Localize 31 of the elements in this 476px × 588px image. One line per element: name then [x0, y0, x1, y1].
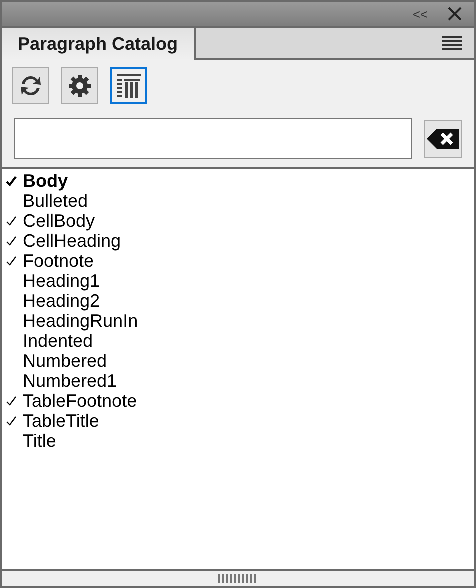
check-icon — [6, 416, 17, 426]
style-item[interactable]: Heading1 — [6, 271, 470, 291]
resize-grip-icon[interactable] — [218, 574, 258, 583]
style-item[interactable]: CellBody — [6, 211, 470, 231]
check-icon — [6, 216, 17, 226]
panel-tab[interactable]: Paragraph Catalog — [2, 28, 196, 60]
refresh-button[interactable] — [12, 67, 49, 104]
check-icon — [6, 396, 17, 406]
style-item[interactable]: Heading2 — [6, 291, 470, 311]
check-icon — [6, 236, 17, 246]
style-item[interactable]: HeadingRunIn — [6, 311, 470, 331]
style-item[interactable]: TableTitle — [6, 411, 470, 431]
style-item[interactable]: Bulleted — [6, 191, 470, 211]
style-item[interactable]: Footnote — [6, 251, 470, 271]
delete-button[interactable] — [110, 67, 147, 104]
style-item[interactable]: CellHeading — [6, 231, 470, 251]
style-item[interactable]: TableFootnote — [6, 391, 470, 411]
style-item[interactable]: Numbered — [6, 351, 470, 371]
style-item[interactable]: Title — [6, 431, 470, 451]
collapse-button[interactable]: << — [412, 8, 428, 20]
menu-icon[interactable] — [442, 36, 462, 50]
backspace-icon — [426, 126, 460, 150]
clear-button[interactable] — [424, 120, 462, 158]
check-icon — [6, 176, 17, 186]
search-field[interactable] — [14, 118, 412, 159]
check-icon — [6, 256, 17, 266]
style-item[interactable]: Body — [6, 171, 470, 191]
style-item[interactable]: Indented — [6, 331, 470, 351]
settings-button[interactable] — [61, 67, 98, 104]
close-icon[interactable] — [448, 7, 462, 21]
style-item[interactable]: Numbered1 — [6, 371, 470, 391]
